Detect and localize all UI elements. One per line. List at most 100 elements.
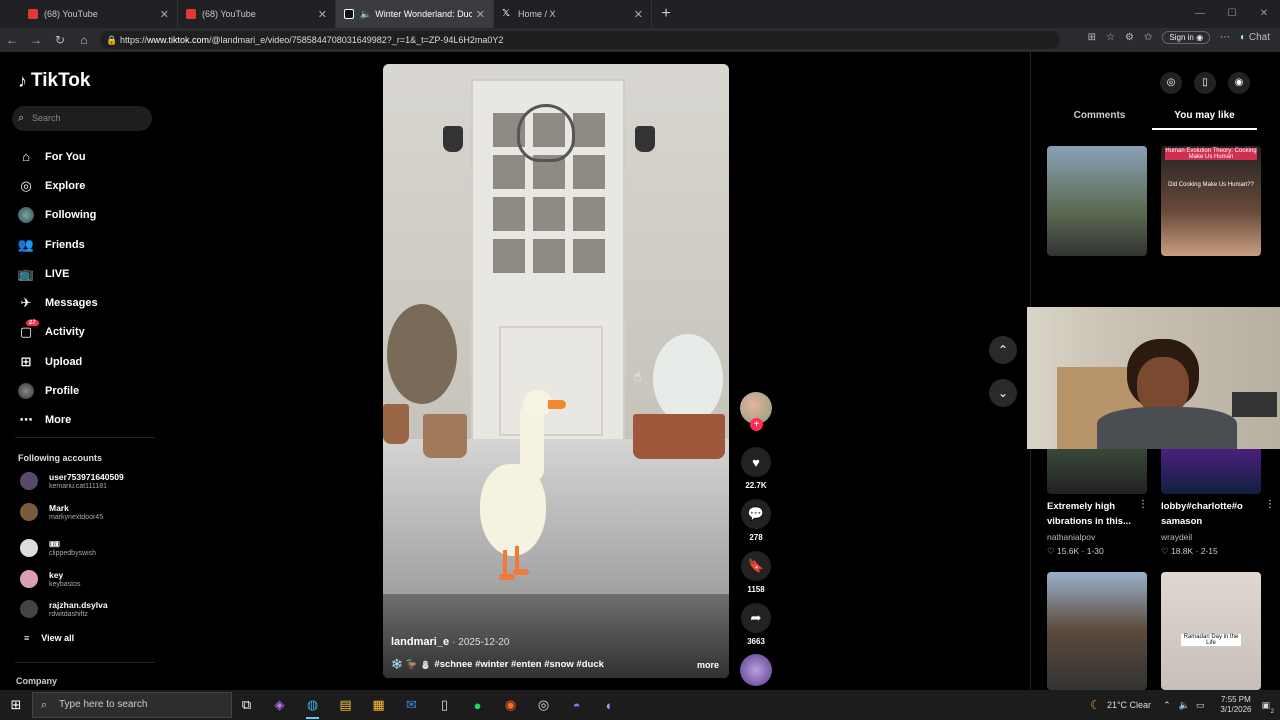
divider	[15, 437, 155, 438]
discord-icon[interactable]: ◓	[560, 690, 593, 720]
sidebar-item-for-you[interactable]: ⌂ For You	[18, 142, 98, 171]
video-player[interactable]: landmari_e · 2025-12-20 ❄️ 🦆 ⛄ #schnee #…	[383, 64, 729, 678]
comment-button[interactable]: 💬 278	[738, 499, 774, 542]
maximize-icon[interactable]: ☐	[1216, 0, 1248, 28]
more-options-icon[interactable]: ⋮	[1265, 499, 1275, 510]
refresh-icon[interactable]: ↻	[48, 33, 72, 47]
favorite-star-icon[interactable]: ☆	[1106, 32, 1115, 43]
sidebar-item-activity[interactable]: ▢ 27 Activity	[18, 318, 98, 347]
author-avatar[interactable]: +	[738, 392, 774, 431]
app-icon[interactable]: ◐	[593, 690, 626, 720]
following-account[interactable]: user753971640509 kemariu.cat111181	[20, 470, 170, 492]
taskbar-search-input[interactable]: ⌕ Type here to search	[32, 692, 232, 718]
store-icon[interactable]: ▦	[362, 690, 395, 720]
tab-you-may-like[interactable]: You may like	[1152, 110, 1257, 130]
task-view-icon[interactable]: ⧉	[230, 690, 263, 720]
following-account[interactable]: rajzhan.dsylva rdwitdashiftz	[20, 598, 170, 620]
recommended-user[interactable]: wraydeil	[1161, 532, 1192, 542]
tiktok-logo[interactable]: ♪ TikTok	[18, 70, 90, 92]
notepad-icon[interactable]: ▯	[428, 690, 461, 720]
more-button[interactable]: more	[697, 660, 719, 670]
extensions-icon[interactable]: ⚙	[1125, 32, 1134, 43]
sidebar-item-more[interactable]: ⋯ More	[18, 406, 98, 435]
url-field[interactable]: 🔒 https://www.tiktok.com/@landmari_e/vide…	[100, 31, 1060, 49]
hand-cursor-icon: ☝	[633, 368, 642, 384]
phone-icon[interactable]: ▯	[1194, 72, 1216, 94]
edge-browser-icon[interactable]: ◍	[296, 690, 329, 720]
close-icon[interactable]: ✕	[476, 8, 485, 21]
tab-youtube-2[interactable]: (68) YouTube ✕	[178, 0, 336, 28]
recommended-thumbnail[interactable]: Ramadan Day in the Life	[1161, 572, 1261, 690]
outlook-icon[interactable]: ✉	[395, 690, 428, 720]
close-icon[interactable]: ✕	[160, 8, 169, 21]
recommended-thumbnail[interactable]: Human Evolution Theory: Cooking Make Us …	[1161, 146, 1261, 256]
sidebar-item-upload[interactable]: ⊞ Upload	[18, 347, 98, 376]
favorites-icon[interactable]: ✩	[1144, 32, 1152, 43]
tiktok-icon	[344, 9, 354, 19]
taskbar-clock[interactable]: 7:55 PM 3/1/2026	[1220, 695, 1251, 715]
tab-youtube-1[interactable]: (68) YouTube ✕	[20, 0, 178, 28]
sidebar-item-following[interactable]: Following	[18, 201, 98, 230]
tab-comments[interactable]: Comments	[1047, 110, 1152, 130]
forward-icon[interactable]: →	[24, 33, 48, 47]
menu-dots-icon[interactable]: ⋯	[1220, 32, 1230, 43]
sidebar-item-messages[interactable]: ✈ Messages	[18, 288, 98, 317]
video-date: 2025-12-20	[458, 637, 510, 648]
chevron-up-icon[interactable]: ⌃	[989, 336, 1017, 364]
notification-icon[interactable]: ▣ 2	[1261, 700, 1274, 715]
view-all-button[interactable]: ≡ View all	[24, 633, 74, 643]
following-account[interactable]: 🎟 clippedbyswish	[20, 537, 170, 559]
share-button[interactable]: ➦ 3663	[738, 603, 774, 646]
obs-icon[interactable]: ◎	[527, 690, 560, 720]
taskbar-apps: ⧉ ◈ ◍ ▤ ▦ ✉ ▯ ● ◉ ◎ ◓ ◐	[230, 690, 626, 720]
weather-text[interactable]: 21°C Clear	[1107, 700, 1151, 710]
sidebar-item-label: Activity	[45, 326, 85, 339]
company-link[interactable]: Company	[16, 676, 57, 686]
network-icon[interactable]: ▭	[1196, 700, 1205, 711]
firefox-icon[interactable]: ◉	[494, 690, 527, 720]
sidebar-item-live[interactable]: 📺 LIVE	[18, 259, 98, 288]
sidebar-item-friends[interactable]: 👥 Friends	[18, 230, 98, 259]
windows-start-icon[interactable]: ⊞	[0, 697, 32, 713]
tray-chevron-icon[interactable]: ⌃	[1163, 700, 1171, 711]
sidebar-item-profile[interactable]: Profile	[18, 376, 98, 405]
recommended-user[interactable]: nathanialpov	[1047, 532, 1095, 542]
chevron-down-icon[interactable]: ⌄	[989, 379, 1017, 407]
video-username[interactable]: landmari_e	[391, 636, 449, 648]
save-button[interactable]: 🔖 1158	[738, 551, 774, 594]
recommended-thumbnail[interactable]	[1047, 572, 1147, 690]
spotify-icon[interactable]: ●	[461, 690, 494, 720]
home-icon[interactable]: ⌂	[72, 33, 96, 47]
signin-button[interactable]: Sign in ◉	[1162, 31, 1211, 44]
tab-tiktok[interactable]: 🔈 Winter Wonderland: Ducks in ✕	[336, 0, 494, 28]
minimize-icon[interactable]: —	[1184, 0, 1216, 28]
video-author[interactable]: landmari_e · 2025-12-20	[391, 636, 509, 648]
profile-avatar-icon[interactable]: ◉	[1228, 72, 1250, 94]
close-window-icon[interactable]: ✕	[1248, 0, 1280, 28]
app-available-icon[interactable]: ⊞	[1088, 32, 1096, 43]
recommended-thumbnail[interactable]	[1047, 146, 1147, 256]
sidebar-item-explore[interactable]: ◎ Explore	[18, 171, 98, 200]
follow-plus-icon[interactable]: +	[750, 418, 763, 431]
following-account[interactable]: key keybastos	[20, 568, 170, 590]
recommended-title[interactable]: Extremely high vibrations in this...	[1047, 499, 1147, 529]
like-button[interactable]: ♥ 22.7K	[738, 447, 774, 490]
close-icon[interactable]: ✕	[634, 8, 643, 21]
speaker-icon[interactable]: 🔈	[360, 9, 371, 20]
music-disc[interactable]	[738, 654, 774, 686]
search-icon: ⌕	[18, 112, 25, 124]
file-explorer-icon[interactable]: ▤	[329, 690, 362, 720]
more-options-icon[interactable]: ⋮	[1138, 499, 1148, 510]
recommended-title[interactable]: lobby#charlotte#o samason	[1161, 499, 1261, 529]
new-tab-button[interactable]: +	[652, 5, 680, 23]
tab-x[interactable]: 𝕏 Home / X ✕	[494, 0, 652, 28]
copilot-chat-button[interactable]: ◐ Chat	[1240, 32, 1270, 43]
compass-icon[interactable]: ◎	[1160, 72, 1182, 94]
back-icon[interactable]: ←	[0, 33, 24, 47]
following-account[interactable]: Mark markynextdoor45	[20, 501, 170, 523]
copilot-icon[interactable]: ◈	[263, 690, 296, 720]
volume-icon[interactable]: 🔈	[1179, 700, 1190, 711]
close-icon[interactable]: ✕	[318, 8, 327, 21]
video-hashtags[interactable]: ❄️ 🦆 ⛄ #schnee #winter #enten #snow #duc…	[391, 659, 604, 670]
search-input[interactable]: ⌕ Search	[12, 106, 152, 131]
